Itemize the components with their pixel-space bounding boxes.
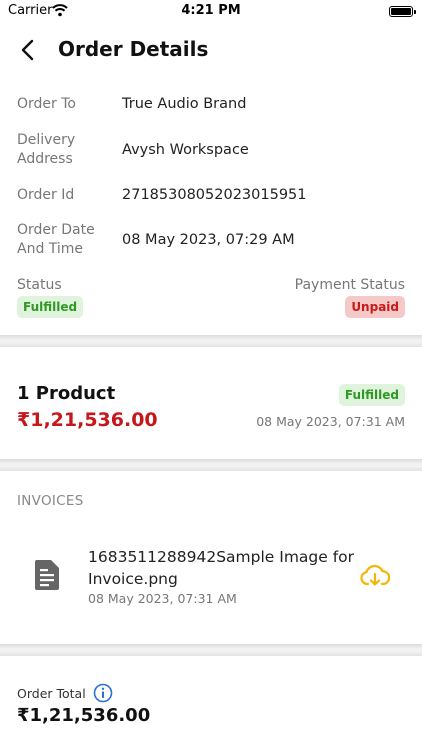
delivery-address-label: Delivery Address <box>17 132 76 167</box>
info-icon[interactable] <box>93 683 113 703</box>
header: Order Details <box>0 30 422 70</box>
order-total-value: ₹1,21,536.00 <box>17 705 151 726</box>
invoice-date: 08 May 2023, 07:31 AM <box>88 591 237 606</box>
invoice-item[interactable]: 1683511288942Sample Image for Invoice.pn… <box>0 535 422 615</box>
delivery-address-value: Avysh Workspace <box>122 142 249 158</box>
order-date-label: Order Date And Time <box>17 222 95 257</box>
section-divider <box>0 459 422 471</box>
order-date-value: 08 May 2023, 07:29 AM <box>122 232 295 248</box>
section-divider <box>0 644 422 656</box>
product-date: 08 May 2023, 07:31 AM <box>256 414 405 429</box>
status-label: Status <box>17 277 62 293</box>
status-bar: Carrier 4:21 PM <box>0 0 422 22</box>
product-amount: ₹1,21,536.00 <box>17 409 158 431</box>
status-time: 4:21 PM <box>181 3 241 18</box>
invoice-file-name: 1683511288942Sample Image for Invoice.pn… <box>88 548 355 588</box>
product-status-badge: Fulfilled <box>338 384 405 406</box>
order-to-label: Order To <box>17 96 76 112</box>
product-count: 1 Product <box>17 383 116 404</box>
file-document-icon <box>35 560 59 590</box>
invoices-heading: INVOICES <box>17 493 84 509</box>
section-divider <box>0 335 422 347</box>
order-total-label: Order Total <box>17 686 86 701</box>
payment-status-label: Payment Status <box>294 277 405 293</box>
order-id-label: Order Id <box>17 187 75 203</box>
page-title: Order Details <box>58 37 209 61</box>
payment-status-badge: Unpaid <box>345 296 405 318</box>
order-id-value: 27185308052023015951 <box>122 187 307 203</box>
cloud-download-icon[interactable] <box>360 563 390 589</box>
chevron-left-icon[interactable] <box>14 36 42 64</box>
order-to-value: True Audio Brand <box>122 96 247 112</box>
battery-icon <box>389 6 416 17</box>
status-badge: Fulfilled <box>17 296 84 318</box>
